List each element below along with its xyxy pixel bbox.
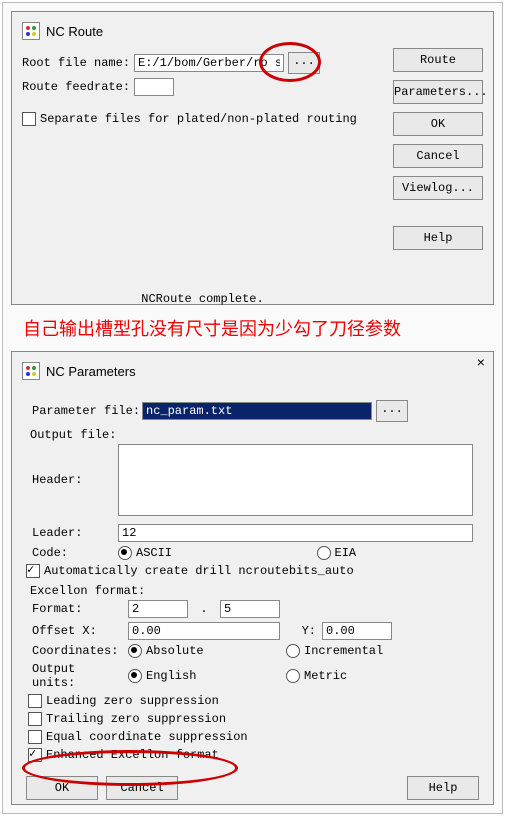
window-title-2: NC Parameters <box>46 364 136 379</box>
separate-files-checkbox[interactable] <box>22 112 36 126</box>
param-browse-button[interactable]: ... <box>376 400 408 422</box>
close-icon[interactable]: × <box>477 356 485 372</box>
cancel-button-2[interactable]: Cancel <box>106 776 178 800</box>
offset-y-input[interactable] <box>322 622 392 640</box>
code-label: Code: <box>32 546 112 560</box>
status-text: NCRoute complete. <box>22 284 383 306</box>
route-button[interactable]: Route <box>393 48 483 72</box>
excellon-format-label: Excellon format: <box>30 584 483 598</box>
code-eia-radio[interactable] <box>317 546 331 560</box>
parameter-file-label: Parameter file: <box>32 404 142 418</box>
viewlog-button[interactable]: Viewlog... <box>393 176 483 200</box>
browse-button[interactable]: ... <box>288 52 320 74</box>
units-metric-label: Metric <box>304 669 347 683</box>
output-file-label: Output file: <box>30 428 483 442</box>
window-title: NC Route <box>46 24 103 39</box>
header-textarea[interactable] <box>118 444 473 516</box>
format-a-input[interactable] <box>128 600 188 618</box>
header-label: Header: <box>32 473 112 487</box>
units-english-label: English <box>146 669 196 683</box>
nc-parameters-dialog: NC Parameters × Parameter file: ... Outp… <box>11 351 494 805</box>
parameters-button[interactable]: Parameters... <box>393 80 483 104</box>
offset-y-label: Y: <box>286 624 316 638</box>
titlebar-2: NC Parameters × <box>22 358 483 388</box>
auto-create-label: Automatically create drill ncroutebits_a… <box>44 564 354 578</box>
nc-route-dialog: NC Route Root file name: ... Route feedr… <box>11 11 494 305</box>
leader-label: Leader: <box>32 526 112 540</box>
format-label: Format: <box>32 602 122 616</box>
annotation-text: 自己输出槽型孔没有尺寸是因为少勾了刀径参数 <box>11 305 494 351</box>
trailing-zero-checkbox[interactable] <box>28 712 42 726</box>
units-metric-radio[interactable] <box>286 669 300 683</box>
code-ascii-radio[interactable] <box>118 546 132 560</box>
separate-files-label: Separate files for plated/non-plated rou… <box>40 112 357 126</box>
code-eia-label: EIA <box>335 546 357 560</box>
coordinates-label: Coordinates: <box>32 644 122 658</box>
cancel-button[interactable]: Cancel <box>393 144 483 168</box>
help-button[interactable]: Help <box>393 226 483 250</box>
help-button-2[interactable]: Help <box>407 776 479 800</box>
leading-zero-label: Leading zero suppression <box>46 694 219 708</box>
equal-coord-label: Equal coordinate suppression <box>46 730 248 744</box>
offset-x-input[interactable] <box>128 622 280 640</box>
leading-zero-checkbox[interactable] <box>28 694 42 708</box>
format-dot: . <box>194 602 214 616</box>
coords-incremental-label: Incremental <box>304 644 383 658</box>
enhanced-excellon-checkbox[interactable] <box>28 748 42 762</box>
ok-button-2[interactable]: OK <box>26 776 98 800</box>
app-icon-2 <box>22 362 40 380</box>
coords-absolute-radio[interactable] <box>128 644 142 658</box>
coords-incremental-radio[interactable] <box>286 644 300 658</box>
enhanced-excellon-label: Enhanced Excellon format <box>46 748 219 762</box>
parameter-file-input[interactable] <box>142 402 372 420</box>
ok-button[interactable]: OK <box>393 112 483 136</box>
app-icon <box>22 22 40 40</box>
feedrate-label: Route feedrate: <box>22 80 130 94</box>
equal-coord-checkbox[interactable] <box>28 730 42 744</box>
units-english-radio[interactable] <box>128 669 142 683</box>
trailing-zero-label: Trailing zero suppression <box>46 712 226 726</box>
root-file-label: Root file name: <box>22 56 130 70</box>
auto-create-checkbox[interactable] <box>26 564 40 578</box>
code-ascii-label: ASCII <box>136 546 172 560</box>
format-b-input[interactable] <box>220 600 280 618</box>
feedrate-input[interactable] <box>134 78 174 96</box>
units-label: Output units: <box>32 662 122 690</box>
offset-x-label: Offset X: <box>32 624 122 638</box>
titlebar: NC Route <box>22 18 483 48</box>
root-file-input[interactable] <box>134 54 284 72</box>
coords-absolute-label: Absolute <box>146 644 204 658</box>
leader-input[interactable] <box>118 524 473 542</box>
